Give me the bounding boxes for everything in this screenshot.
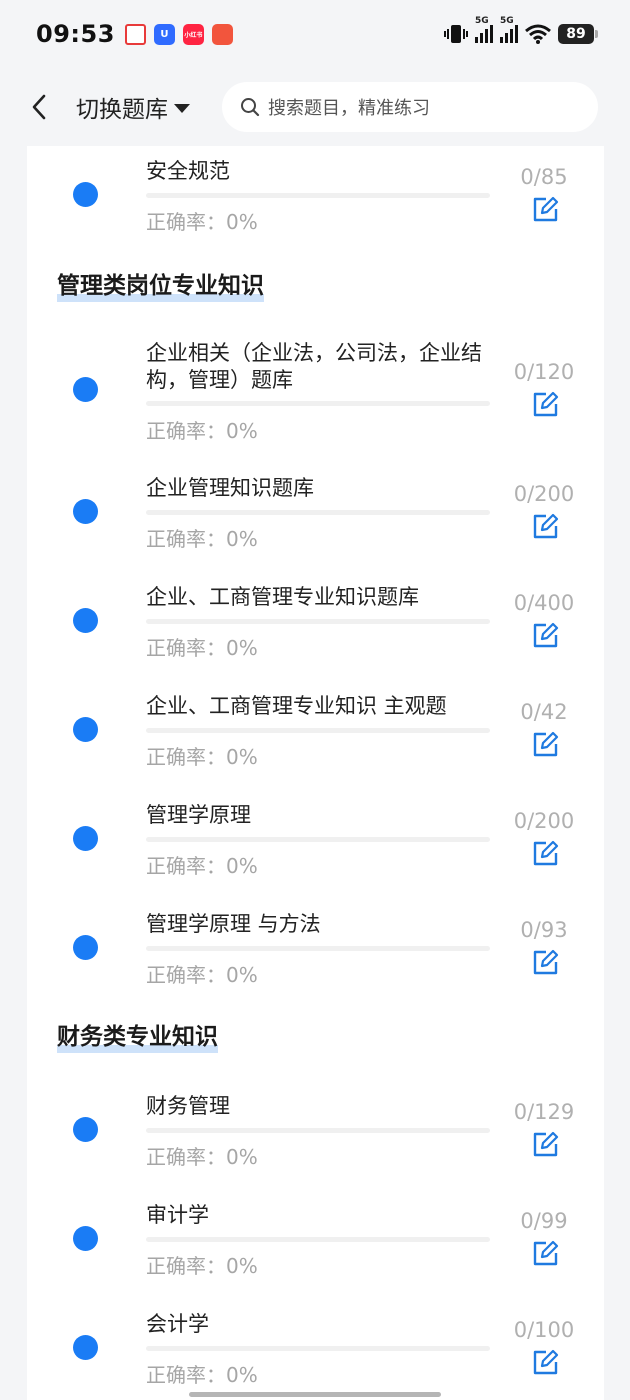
list-item[interactable]: 企业相关（企业法，公司法，企业结构，管理）题库 正确率：0% 0/120 [27, 332, 604, 443]
edit-icon[interactable] [532, 621, 560, 649]
status-dot [73, 1117, 98, 1142]
edit-icon[interactable] [532, 512, 560, 540]
item-title: 企业管理知识题库 [146, 476, 314, 500]
network-type-1: 5G [475, 16, 489, 26]
progress-bar [146, 728, 490, 733]
list-item[interactable]: 安全规范 正确率：0% 0/85 [27, 146, 604, 255]
edit-icon[interactable] [532, 1239, 560, 1267]
progress-count: 0/200 [513, 482, 575, 506]
search-input[interactable]: 搜索题目，精准练习 [222, 82, 598, 132]
list-item[interactable]: 企业、工商管理专业知识 主观题 正确率：0% 0/42 [27, 691, 604, 800]
section-title: 管理类岗位专业知识 [57, 266, 264, 302]
search-placeholder: 搜索题目，精准练习 [268, 98, 430, 119]
edit-icon[interactable] [532, 730, 560, 758]
progress-count: 0/200 [513, 809, 575, 833]
progress-count: 0/100 [513, 1318, 575, 1342]
status-dot [73, 377, 98, 402]
status-time: 09:53 [36, 20, 115, 48]
battery-indicator: 89 [558, 24, 598, 44]
edit-icon[interactable] [532, 1130, 560, 1158]
network-type-2: 5G [500, 16, 514, 26]
progress-count: 0/129 [513, 1100, 575, 1124]
list-item[interactable]: 审计学 正确率：0% 0/99 [27, 1200, 604, 1309]
edit-icon[interactable] [532, 839, 560, 867]
progress-bar [146, 619, 490, 624]
progress-bar [146, 946, 490, 951]
back-button[interactable] [24, 87, 54, 127]
accuracy-rate: 正确率：0% [146, 527, 258, 551]
edit-icon[interactable] [532, 1348, 560, 1376]
status-dot [73, 608, 98, 633]
caret-down-icon [174, 103, 190, 113]
accuracy-rate: 正确率：0% [146, 745, 258, 769]
progress-bar [146, 193, 490, 198]
switch-bank-dropdown[interactable]: 切换题库 [76, 90, 190, 124]
chevron-left-icon [32, 94, 46, 120]
accuracy-rate: 正确率：0% [146, 854, 258, 878]
status-dot [73, 1226, 98, 1251]
item-title: 会计学 [146, 1312, 209, 1336]
list-item[interactable]: 企业管理知识题库 正确率：0% 0/200 [27, 473, 604, 582]
progress-bar [146, 510, 490, 515]
progress-count: 0/93 [520, 918, 568, 942]
accuracy-rate: 正确率：0% [146, 963, 258, 987]
list-item[interactable]: 财务管理 正确率：0% 0/129 [27, 1091, 604, 1200]
item-title: 安全规范 [146, 159, 230, 183]
status-dot [73, 499, 98, 524]
status-bar: 09:53 U 小红书 5G 5G 89 [0, 0, 630, 68]
progress-bar [146, 1237, 490, 1242]
progress-bar [146, 1128, 490, 1133]
progress-count: 0/42 [520, 700, 568, 724]
status-dot [73, 717, 98, 742]
accuracy-rate: 正确率：0% [146, 1363, 258, 1387]
search-icon [241, 98, 260, 117]
edit-icon[interactable] [532, 948, 560, 976]
signal-2-icon: 5G [500, 16, 518, 43]
item-title: 企业、工商管理专业知识题库 [146, 585, 419, 609]
progress-count: 0/99 [520, 1209, 568, 1233]
wifi-icon [525, 24, 551, 44]
list-item[interactable]: 会计学 正确率：0% 0/100 [27, 1309, 604, 1400]
header-bar: 切换题库 搜索题目，精准练习 [0, 68, 630, 146]
status-dot [73, 182, 98, 207]
status-right: 5G 5G 89 [444, 16, 598, 44]
accuracy-rate: 正确率：0% [146, 1254, 258, 1278]
list-item[interactable]: 管理学原理 正确率：0% 0/200 [27, 800, 604, 909]
progress-bar [146, 837, 490, 842]
signal-1-icon: 5G [475, 16, 493, 43]
app-u-icon: U [153, 23, 175, 45]
home-indicator[interactable] [189, 1392, 441, 1397]
status-dot [73, 935, 98, 960]
switch-bank-label: 切换题库 [76, 97, 168, 123]
item-title: 财务管理 [146, 1094, 230, 1118]
vibrate-icon [444, 25, 468, 43]
accuracy-rate: 正确率：0% [146, 1145, 258, 1169]
accuracy-rate: 正确率：0% [146, 636, 258, 660]
progress-count: 0/85 [520, 165, 568, 189]
progress-bar [146, 401, 490, 406]
status-dot [73, 1335, 98, 1360]
list-item[interactable]: 管理学原理 与方法 正确率：0% 0/93 [27, 909, 604, 1018]
accuracy-rate: 正确率：0% [146, 210, 258, 234]
item-title: 企业相关（企业法，公司法，企业结构，管理）题库 [146, 341, 482, 392]
item-title: 审计学 [146, 1203, 209, 1227]
app-red-icon [211, 23, 233, 45]
question-bank-list[interactable]: 安全规范 正确率：0% 0/85 管理类岗位专业知识 企业相关（企业法，公司法，… [27, 146, 604, 1400]
edit-icon[interactable] [532, 390, 560, 418]
progress-count: 0/120 [513, 360, 575, 384]
progress-bar [146, 1346, 490, 1351]
accuracy-rate: 正确率：0% [146, 419, 258, 443]
progress-count: 0/400 [513, 591, 575, 615]
edit-icon[interactable] [532, 195, 560, 223]
section-title: 财务类专业知识 [57, 1017, 218, 1053]
xiaohongshu-icon: 小红书 [182, 23, 204, 45]
notification-icons: U 小红书 [124, 23, 233, 45]
item-title: 管理学原理 [146, 803, 251, 827]
status-dot [73, 826, 98, 851]
item-title: 管理学原理 与方法 [146, 912, 321, 936]
app-a-icon [124, 23, 146, 45]
list-item[interactable]: 企业、工商管理专业知识题库 正确率：0% 0/400 [27, 582, 604, 691]
item-title: 企业、工商管理专业知识 主观题 [146, 694, 447, 718]
